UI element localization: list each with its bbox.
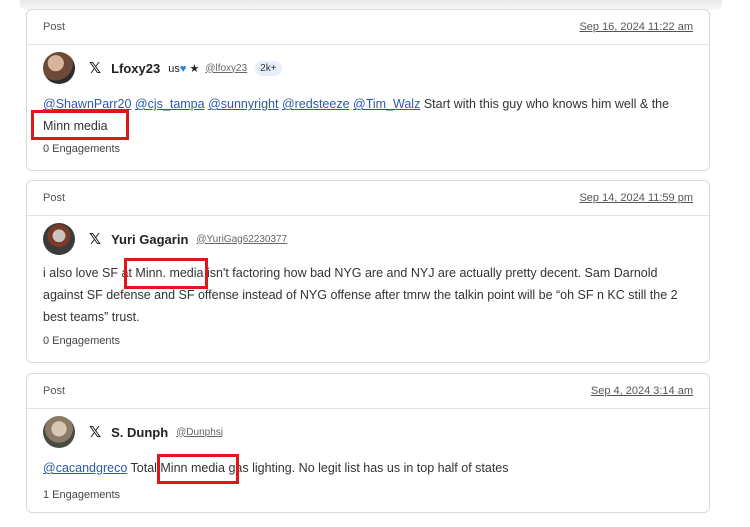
blue-heart-icon: ♥	[179, 62, 187, 75]
author-name[interactable]: S. Dunph	[111, 425, 168, 440]
post-card: Post Sep 16, 2024 11:22 am 𝕏 Lfoxy23 us♥…	[26, 9, 710, 171]
mention-link[interactable]: @cjs_tampa	[135, 97, 205, 111]
post-date-link[interactable]: Sep 14, 2024 11:59 pm	[579, 192, 693, 204]
follower-badge: 2k+	[255, 60, 282, 76]
post-header: Post Sep 14, 2024 11:59 pm	[27, 181, 709, 216]
author-name[interactable]: Lfoxy23	[111, 61, 160, 76]
author-handle[interactable]: @lfoxy23	[205, 63, 247, 74]
x-logo-icon: 𝕏	[89, 230, 102, 248]
post-author: 𝕏 S. Dunph @Dunphsj	[27, 409, 709, 455]
mention-link[interactable]: @sunnyright	[208, 97, 278, 111]
post-date-link[interactable]: Sep 16, 2024 11:22 am	[579, 21, 693, 33]
mention-link[interactable]: @cacandgreco	[43, 461, 127, 475]
post-card: Post Sep 14, 2024 11:59 pm 𝕏 Yuri Gagari…	[26, 180, 710, 363]
post-header: Post Sep 16, 2024 11:22 am	[27, 10, 709, 45]
post-card: Post Sep 4, 2024 3:14 am 𝕏 S. Dunph @Dun…	[26, 373, 710, 513]
x-logo-icon: 𝕏	[89, 59, 102, 77]
avatar[interactable]	[43, 223, 75, 255]
engagement-count: 1 Engagements	[43, 489, 121, 501]
post-body: Total Minn media gas lighting. No legit …	[130, 461, 509, 475]
mention-link[interactable]: @redsteeze	[282, 97, 350, 111]
mention-link[interactable]: @ShawnParr20	[43, 97, 131, 111]
post-date-link[interactable]: Sep 4, 2024 3:14 am	[591, 385, 693, 397]
author-flag-text: us	[168, 62, 180, 75]
engagement-count: 0 Engagements	[43, 335, 121, 347]
author-handle[interactable]: @YuriGag62230377	[196, 234, 287, 245]
post-type-label: Post	[43, 21, 66, 33]
post-type-label: Post	[43, 385, 66, 397]
engagement-count: 0 Engagements	[43, 143, 121, 155]
post-type-label: Post	[43, 192, 66, 204]
post-text: i also love SF at Minn. media isn't fact…	[43, 266, 678, 324]
author-name[interactable]: Yuri Gagarin	[111, 232, 188, 247]
author-flags: us♥ ★	[168, 62, 199, 75]
post-text: @ShawnParr20 @cjs_tampa @sunnyright @red…	[27, 93, 709, 137]
avatar[interactable]	[43, 52, 75, 84]
author-handle[interactable]: @Dunphsj	[176, 427, 223, 438]
post-text: @cacandgreco Total Minn media gas lighti…	[27, 457, 709, 479]
mention-link[interactable]: @Tim_Walz	[353, 97, 420, 111]
post-header: Post Sep 4, 2024 3:14 am	[27, 374, 709, 409]
star-icon: ★	[189, 62, 200, 75]
avatar[interactable]	[43, 416, 75, 448]
post-author: 𝕏 Yuri Gagarin @YuriGag62230377	[27, 216, 709, 262]
post-author: 𝕏 Lfoxy23 us♥ ★ @lfoxy23 2k+	[27, 45, 709, 91]
x-logo-icon: 𝕏	[89, 423, 102, 441]
